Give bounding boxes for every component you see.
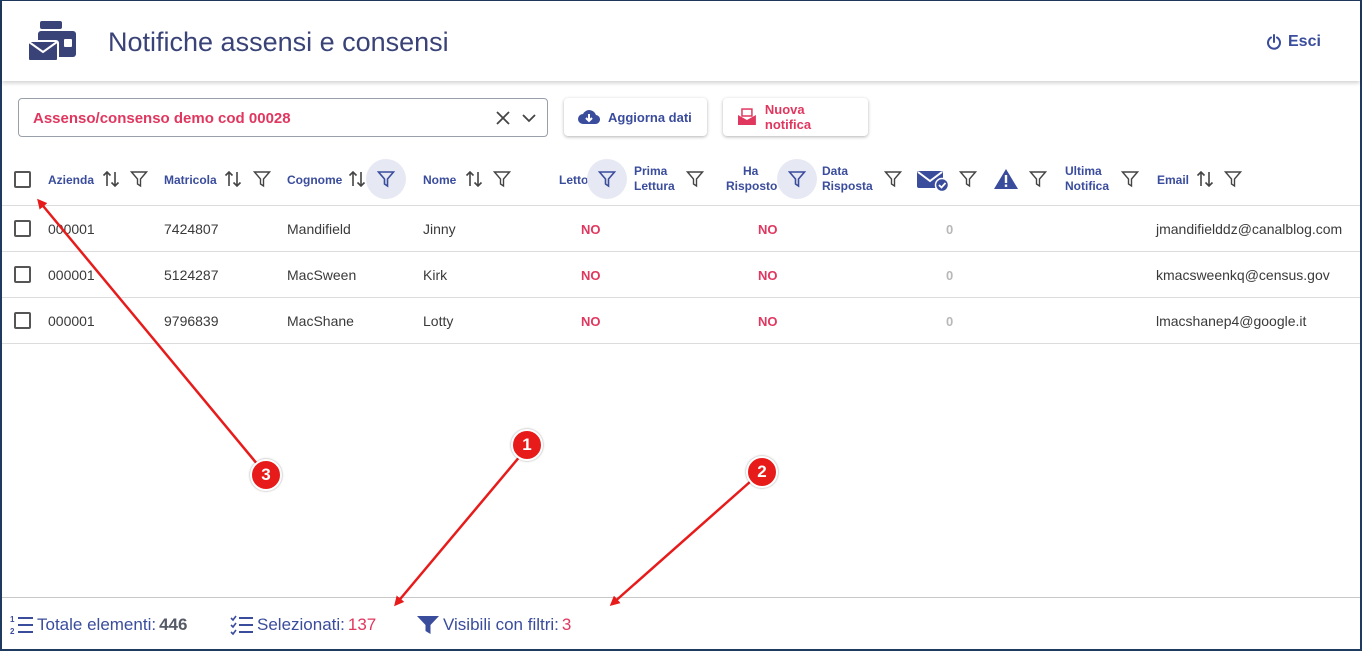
sort-icon[interactable]: [224, 169, 242, 189]
filter-icon[interactable]: [253, 170, 271, 188]
sort-icon[interactable]: [102, 169, 120, 189]
status-footer: 1 2 Totale elementi: 446 Selezionati: 13…: [2, 597, 1360, 649]
table-row[interactable]: 000001 9796839 MacShane Lotty NO NO 0 lm…: [2, 298, 1360, 344]
table-row[interactable]: 000001 5124287 MacSween Kirk NO NO 0 kma…: [2, 252, 1360, 298]
cell-cognome: Mandifield: [287, 221, 351, 237]
filter-solid-icon: [417, 616, 439, 634]
warning-icon: [994, 169, 1018, 189]
row-checkbox[interactable]: [14, 266, 31, 283]
new-notification-label: Nuova notifica: [764, 102, 812, 132]
cell-ha-risposto: NO: [758, 222, 778, 237]
col-letto[interactable]: Letto: [559, 173, 588, 188]
cell-matricola: 5124287: [164, 267, 219, 283]
col-data-risposta-line1[interactable]: Data: [822, 164, 848, 179]
mail-open-icon: [737, 108, 756, 125]
select-all-checkbox[interactable]: [14, 171, 31, 188]
col-email[interactable]: Email: [1157, 173, 1189, 188]
col-ultima-notifica-line1[interactable]: Ultima: [1065, 164, 1102, 179]
refresh-data-button[interactable]: Aggiorna dati: [564, 98, 707, 136]
cell-count: 0: [946, 268, 954, 283]
col-nome[interactable]: Nome: [423, 173, 456, 188]
filter-icon[interactable]: [686, 170, 704, 188]
filter-active-icon[interactable]: [788, 170, 806, 188]
selected-label: Selezionati:: [257, 615, 345, 634]
cell-matricola: 9796839: [164, 313, 219, 329]
filter-icon[interactable]: [1224, 170, 1242, 188]
filter-icon[interactable]: [130, 170, 148, 188]
visible-filtered-stat: Visibili con filtri: 3: [416, 614, 571, 636]
cell-azienda: 000001: [48, 221, 95, 237]
col-prima-lettura-line2[interactable]: Lettura: [634, 179, 675, 194]
visible-filtered-label: Visibili con filtri:: [443, 615, 559, 634]
logout-button[interactable]: Esci: [1266, 33, 1321, 51]
svg-text:1: 1: [10, 615, 15, 624]
cell-nome: Lotty: [423, 313, 454, 329]
svg-text:2: 2: [10, 627, 15, 636]
filter-icon[interactable]: [1121, 170, 1139, 188]
cell-email: jmandifielddz@canalblog.com: [1156, 221, 1343, 237]
cell-email: kmacsweenkq@census.gov: [1156, 267, 1330, 283]
selected-stat: Selezionati: 137: [230, 614, 376, 636]
cell-cognome: MacShane: [287, 313, 354, 329]
table-header: Azienda Matricola Cognome Nome Letto Pri…: [2, 152, 1360, 206]
cell-azienda: 000001: [48, 267, 95, 283]
consent-select-value: Assenso/consenso demo cod 00028: [33, 110, 291, 127]
chevron-down-icon[interactable]: [519, 108, 539, 128]
numbered-list-icon: 1 2: [10, 615, 33, 636]
filter-icon[interactable]: [493, 170, 511, 188]
cell-count: 0: [946, 222, 954, 237]
col-prima-lettura-line1[interactable]: Prima: [634, 164, 667, 179]
cell-letto: NO: [581, 314, 601, 329]
visible-filtered-value: 3: [561, 615, 572, 634]
power-icon: [1267, 34, 1281, 50]
page-title: Notifiche assensi e consensi: [108, 27, 449, 57]
cell-cognome: MacSween: [287, 267, 357, 283]
mail-check-icon: [917, 171, 950, 192]
annotation-badge-3: 3: [250, 459, 282, 491]
filter-active-icon[interactable]: [598, 170, 616, 188]
annotation-badge-1: 1: [511, 429, 543, 461]
cell-email: lmacshanep4@google.it: [1156, 313, 1307, 329]
row-checkbox[interactable]: [14, 220, 31, 237]
consent-select[interactable]: Assenso/consenso demo cod 00028: [18, 98, 548, 137]
total-elements-label: Totale elementi:: [37, 615, 157, 634]
cell-letto: NO: [581, 268, 601, 283]
cell-ha-risposto: NO: [758, 268, 778, 283]
filter-icon[interactable]: [1029, 170, 1047, 188]
filter-icon[interactable]: [884, 170, 902, 188]
cell-ha-risposto: NO: [758, 314, 778, 329]
row-checkbox[interactable]: [14, 312, 31, 329]
sort-icon[interactable]: [348, 169, 366, 189]
col-ultima-notifica-line2[interactable]: Notifica: [1065, 179, 1109, 194]
logout-label: Esci: [1288, 33, 1321, 50]
checklist-icon: [230, 615, 253, 636]
selected-value: 137: [347, 615, 377, 634]
sort-icon[interactable]: [1196, 169, 1214, 189]
cell-count: 0: [946, 314, 954, 329]
clear-icon[interactable]: [493, 108, 513, 128]
refresh-data-label: Aggiorna dati: [608, 109, 692, 125]
annotation-badge-2: 2: [746, 456, 778, 488]
col-azienda[interactable]: Azienda: [48, 173, 94, 188]
cell-matricola: 7424807: [164, 221, 219, 237]
col-cognome[interactable]: Cognome: [287, 173, 342, 188]
new-notification-button[interactable]: Nuova notifica: [723, 98, 868, 136]
cell-azienda: 000001: [48, 313, 95, 329]
app-header: Notifiche assensi e consensi Esci: [2, 1, 1360, 81]
col-data-risposta-line2[interactable]: Risposta: [822, 179, 873, 194]
col-ha-risposto-line2[interactable]: Risposto: [726, 179, 777, 194]
table-row[interactable]: 000001 7424807 Mandifield Jinny NO NO 0 …: [2, 206, 1360, 252]
col-matricola[interactable]: Matricola: [164, 173, 217, 188]
filter-icon[interactable]: [959, 170, 977, 188]
cell-nome: Jinny: [423, 221, 456, 237]
filter-active-icon[interactable]: [377, 170, 395, 188]
col-ha-risposto-line1[interactable]: Ha: [743, 164, 758, 179]
total-elements-value: 446: [159, 615, 188, 634]
cloud-download-icon: [578, 110, 600, 125]
notification-logo-icon: [28, 21, 76, 62]
cell-nome: Kirk: [423, 267, 448, 283]
cell-letto: NO: [581, 222, 601, 237]
sort-icon[interactable]: [465, 169, 483, 189]
total-elements-stat: 1 2 Totale elementi: 446: [10, 614, 187, 636]
